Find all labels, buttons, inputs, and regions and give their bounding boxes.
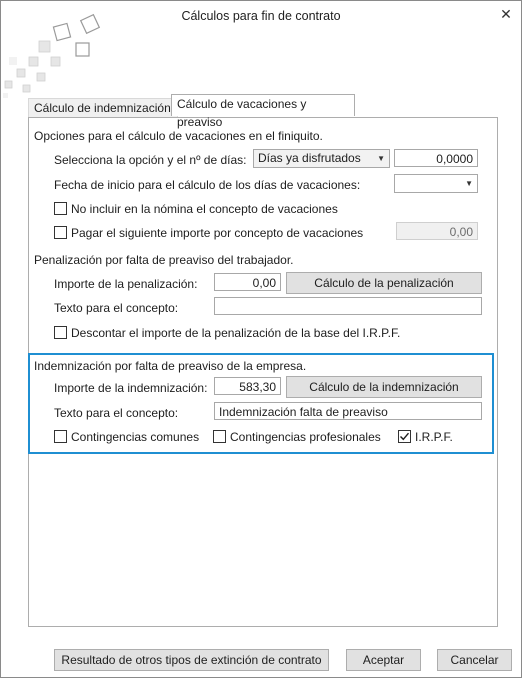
penalizacion-texto-label: Texto para el concepto: [54,301,179,315]
indemnizacion-texto-input[interactable]: Indemnización falta de preaviso [214,402,482,420]
dialog-window: Cálculos para fin de contrato ✕ Cálculo … [0,0,522,678]
dias-value-input[interactable]: 0,0000 [394,149,478,167]
indemnizacion-heading: Indemnización por falta de preaviso de l… [34,359,307,373]
irpf-label: I.R.P.F. [415,430,453,444]
penalizacion-importe-input[interactable]: 0,00 [214,273,281,291]
vacaciones-heading: Opciones para el cálculo de vacaciones e… [34,129,323,143]
fecha-label: Fecha de inicio para el cálculo de los d… [54,178,361,192]
irpf-checkbox[interactable] [398,430,411,443]
dias-option-select[interactable]: Días ya disfrutados ▼ [253,149,390,168]
resultado-otros-button[interactable]: Resultado de otros tipos de extinción de… [54,649,329,671]
close-button[interactable]: ✕ [495,3,517,25]
indemnizacion-importe-input[interactable]: 583,30 [214,377,281,395]
no-incluir-checkbox[interactable] [54,202,67,215]
pagar-label: Pagar el siguiente importe por concepto … [71,226,364,240]
penalizacion-heading: Penalización por falta de preaviso del t… [34,253,294,267]
aceptar-button[interactable]: Aceptar [346,649,421,671]
no-incluir-label: No incluir en la nómina el concepto de v… [71,202,338,216]
cancelar-button[interactable]: Cancelar [437,649,512,671]
check-icon [400,432,410,441]
chevron-down-icon: ▼ [377,154,385,163]
indemnizacion-importe-label: Importe de la indemnización: [54,381,208,395]
contingencias-comunes-label: Contingencias comunes [71,430,200,444]
descontar-checkbox[interactable] [54,326,67,339]
contingencias-profesionales-checkbox[interactable] [213,430,226,443]
fecha-select[interactable]: ▼ [394,174,478,193]
dias-option-value: Días ya disfrutados [258,151,361,165]
pagar-value-input[interactable]: 0,00 [396,222,478,240]
window-title: Cálculos para fin de contrato [181,9,341,23]
calculo-indemnizacion-button[interactable]: Cálculo de la indemnización [286,376,482,398]
indemnizacion-texto-label: Texto para el concepto: [54,406,179,420]
contingencias-comunes-checkbox[interactable] [54,430,67,443]
tab-indemnizacion[interactable]: Cálculo de indemnización [28,98,178,117]
penalizacion-importe-label: Importe de la penalización: [54,277,198,291]
chevron-down-icon: ▼ [465,179,473,188]
contingencias-profesionales-label: Contingencias profesionales [230,430,381,444]
tab-vacaciones-preaviso[interactable]: Cálculo de vacaciones y preaviso [171,94,355,129]
close-icon: ✕ [500,6,512,22]
penalizacion-texto-input[interactable] [214,297,482,315]
calculo-penalizacion-button[interactable]: Cálculo de la penalización [286,272,482,294]
pagar-checkbox[interactable] [54,226,67,239]
tab-label: Cálculo de indemnización [34,101,171,115]
descontar-label: Descontar el importe de la penalización … [71,326,401,340]
dias-label: Selecciona la opción y el nº de días: [54,153,247,167]
